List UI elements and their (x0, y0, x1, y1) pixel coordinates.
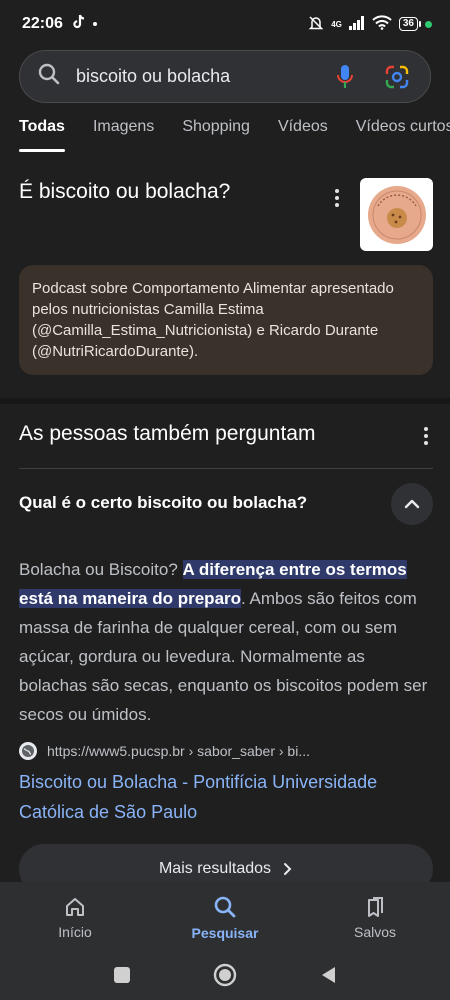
mic-icon[interactable] (330, 62, 360, 92)
privacy-dot-icon (425, 20, 432, 28)
nav-salvos[interactable]: Salvos (315, 896, 435, 940)
status-bar: 22:06 4G 36 (0, 0, 450, 48)
search-icon (214, 896, 236, 918)
recents-button[interactable] (113, 966, 131, 989)
source-url: https://www5.pucsp.br › sabor_saber › bi… (47, 743, 310, 759)
section-divider (0, 398, 450, 404)
chevron-right-icon (284, 863, 292, 875)
paa-more-options-icon[interactable] (418, 424, 434, 448)
more-results-label: Mais resultados (158, 860, 272, 877)
lens-icon[interactable] (382, 62, 412, 92)
answer-rest: . Ambos são feitos com massa de farinha … (19, 589, 428, 724)
nav-pesquisar[interactable]: Pesquisar (165, 895, 285, 941)
wifi-icon (372, 15, 392, 33)
tab-videos[interactable]: Vídeos (278, 118, 328, 152)
network-label: 4G (331, 19, 342, 29)
nav-inicio-label: Início (58, 924, 92, 940)
divider (19, 468, 433, 469)
collapse-button[interactable] (391, 483, 433, 525)
result-source[interactable]: https://www5.pucsp.br › sabor_saber › bi… (19, 742, 310, 760)
status-time: 22:06 (22, 15, 63, 32)
home-button[interactable] (213, 963, 237, 992)
paa-answer: Bolacha ou Biscoito? A diferença entre o… (19, 555, 435, 729)
result-title-link[interactable]: Biscoito ou Bolacha - Pontifícia Univers… (19, 767, 419, 827)
answer-intro: Bolacha ou Biscoito? (19, 560, 183, 579)
tab-imagens[interactable]: Imagens (93, 118, 154, 152)
more-options-icon[interactable] (329, 186, 345, 210)
podcast-cover-icon (367, 185, 426, 244)
system-navigation (0, 954, 450, 1000)
back-button[interactable] (319, 965, 337, 990)
bookmarks-icon (368, 897, 383, 917)
battery-indicator: 36 (398, 17, 422, 31)
globe-icon (19, 742, 37, 760)
home-icon (66, 898, 84, 916)
tab-shopping[interactable]: Shopping (182, 118, 250, 152)
notification-dot-icon (92, 22, 97, 26)
podcast-thumbnail[interactable] (360, 178, 433, 251)
search-tabs: Todas Imagens Shopping Vídeos Vídeos cur… (0, 118, 450, 152)
paa-question[interactable]: Qual é o certo biscoito ou bolacha? (19, 493, 307, 513)
podcast-description: Podcast sobre Comportamento Alimentar ap… (19, 265, 433, 375)
paa-heading: As pessoas também perguntam (19, 422, 316, 445)
nav-pesquisar-label: Pesquisar (191, 925, 259, 941)
mute-icon (308, 15, 324, 34)
chevron-up-icon (404, 499, 420, 509)
nav-inicio[interactable]: Início (15, 896, 135, 940)
tab-todas[interactable]: Todas (19, 118, 65, 152)
knowledge-panel-title[interactable]: É biscoito ou bolacha? (19, 180, 230, 204)
signal-icon (348, 15, 365, 33)
search-bar[interactable]: biscoito ou bolacha (19, 50, 431, 103)
bottom-navigation: Início Pesquisar Salvos (0, 882, 450, 954)
tiktok-icon (71, 14, 85, 35)
nav-salvos-label: Salvos (353, 924, 397, 940)
search-icon (38, 63, 60, 90)
search-input[interactable]: biscoito ou bolacha (76, 66, 330, 87)
tab-videos-curtos[interactable]: Vídeos curtos (356, 118, 450, 152)
